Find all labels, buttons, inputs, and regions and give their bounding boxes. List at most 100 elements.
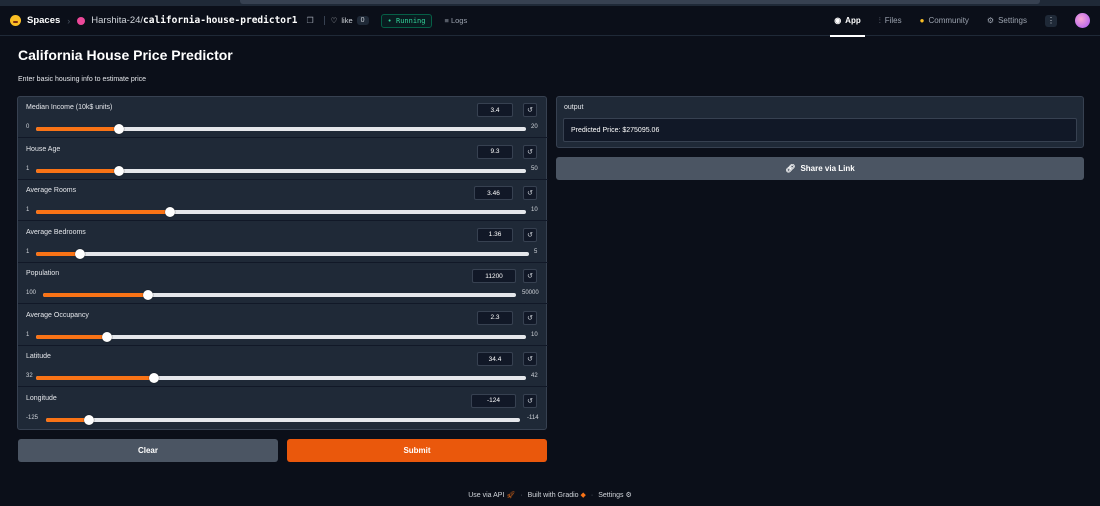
slider-min-label: 100 [26, 290, 37, 296]
slider-number-input[interactable]: 3.4 [477, 103, 513, 117]
slider-thumb[interactable] [75, 248, 86, 259]
slider-thumb[interactable] [84, 414, 95, 425]
slider-number-input[interactable]: 3.46 [474, 186, 513, 200]
more-menu-icon[interactable]: ⋮ [1045, 14, 1057, 27]
slider-thumb[interactable] [101, 331, 112, 342]
inputs-panel: Median Income (10k$ units) 3.4 ↺ 0 20 House A… [17, 96, 548, 430]
user-avatar-icon [77, 16, 86, 25]
slider-max-label: 20 [531, 124, 538, 130]
slider-number-input[interactable]: -124 [471, 393, 516, 408]
slider-min-label: -125 [26, 414, 39, 421]
slider-track[interactable] [36, 373, 526, 383]
community-icon: ● [919, 16, 925, 25]
slider-min-label: 1 [26, 331, 30, 338]
link-icon: 🔗︎ [785, 164, 796, 173]
slider-label: Average Bedrooms [26, 228, 86, 236]
logs-button[interactable]: ≡ Logs [444, 16, 467, 25]
slider-fill [46, 417, 90, 422]
footer-separator: · [590, 491, 594, 499]
slider-max-label: -114 [527, 414, 539, 421]
reset-icon[interactable]: ↺ [523, 269, 537, 283]
hf-navbar: Spaces › Harshita-24/california-house-pr… [0, 6, 1100, 37]
slider-row: Latitude 34.4 ↺ 32 42 [18, 346, 548, 387]
slider-min-label: 1 [26, 207, 30, 213]
heart-icon: ♡ [330, 16, 338, 25]
owner-link[interactable]: Harshita-24/ [91, 15, 143, 26]
slider-thumb[interactable] [114, 165, 125, 176]
share-label: Share via Link [800, 164, 855, 173]
slider-number-input[interactable]: 9.3 [477, 144, 513, 159]
slider-max-label: 50000 [522, 290, 539, 296]
slider-track[interactable] [36, 207, 526, 217]
submit-button[interactable]: Submit [287, 439, 547, 462]
output-panel: output Predicted Price: $275095.06 [556, 96, 1084, 148]
like-button[interactable]: ♡ like 0 [323, 16, 375, 25]
slider-row: Average Rooms 3.46 ↺ 1 10 [18, 180, 548, 221]
slider-max-label: 10 [531, 207, 538, 213]
tab-community[interactable]: ● Community [920, 6, 969, 36]
slider-label: Median Income (10k$ units) [26, 104, 113, 111]
share-button[interactable]: 🔗︎ Share via Link [556, 157, 1084, 180]
slider-min-label: 0 [26, 124, 30, 130]
slider-max-label: 10 [531, 331, 538, 338]
copy-icon[interactable]: ❐ [306, 16, 313, 25]
slider-fill [43, 293, 148, 297]
tab-settings[interactable]: ⚙ Settings [987, 6, 1027, 36]
slider-thumb[interactable] [114, 124, 125, 134]
reset-icon[interactable]: ↺ [523, 227, 537, 242]
slider-fill [36, 334, 107, 339]
slider-track[interactable] [43, 290, 516, 300]
app-icon: ◉ [834, 16, 842, 25]
reset-icon[interactable]: ↺ [523, 310, 537, 325]
reset-icon[interactable]: ↺ [523, 144, 537, 159]
slider-track[interactable] [36, 331, 526, 342]
slider-row: House Age 9.3 ↺ 1 50 [18, 139, 548, 180]
slider-track[interactable] [36, 124, 526, 134]
slider-number-input[interactable]: 11200 [472, 269, 516, 283]
use-via-api-link[interactable]: Use via API 🚀︎ [468, 491, 515, 499]
slider-max-label: 5 [534, 248, 538, 255]
gear-icon: ⚙ [986, 16, 995, 25]
footer: Use via API 🚀︎ · Built with Gradio ◆ · S… [0, 491, 1100, 500]
reset-icon[interactable]: ↺ [523, 393, 537, 408]
output-textbox[interactable]: Predicted Price: $275095.06 [563, 118, 1077, 142]
repo-name[interactable]: california-house-predictor1 [143, 15, 297, 26]
slider-label: House Age [26, 145, 61, 153]
slider-fill [36, 210, 170, 214]
slider-track[interactable] [46, 414, 520, 425]
slider-min-label: 1 [26, 165, 30, 172]
slider-number-input[interactable]: 1.36 [477, 227, 513, 242]
clear-button[interactable]: Clear [18, 439, 278, 462]
tab-app[interactable]: ◉ App [830, 6, 865, 37]
reset-icon[interactable]: ↺ [523, 352, 537, 366]
settings-link[interactable]: Settings ⚙ [598, 491, 632, 499]
slider-row: Median Income (10k$ units) 3.4 ↺ 0 20 [18, 97, 548, 138]
slider-thumb[interactable] [164, 207, 175, 217]
slider-label: Average Occupancy [26, 311, 89, 319]
reset-icon[interactable]: ↺ [523, 103, 537, 117]
slider-track[interactable] [36, 248, 529, 259]
tab-files[interactable]: ⫶ Files [879, 6, 902, 36]
slider-number-input[interactable]: 2.3 [477, 310, 513, 325]
slider-row: Longitude -124 ↺ -125 -114 [18, 388, 548, 429]
slider-max-label: 42 [531, 373, 538, 379]
rocket-icon: 🚀︎ [506, 492, 516, 499]
slider-fill [36, 168, 120, 173]
huggingface-logo-icon[interactable] [10, 15, 21, 26]
breadcrumb-separator: › [67, 15, 71, 26]
slider-thumb[interactable] [143, 290, 153, 300]
slider-thumb[interactable] [148, 373, 159, 383]
slider-row: Population 11200 ↺ 100 50000 [18, 263, 548, 304]
like-count: 0 [356, 16, 369, 25]
spaces-link[interactable]: Spaces [27, 15, 60, 26]
account-avatar[interactable] [1075, 13, 1090, 28]
page-subtitle: Enter basic housing info to estimate pri… [18, 76, 147, 83]
reset-icon[interactable]: ↺ [523, 186, 537, 200]
slider-row: Average Occupancy 2.3 ↺ 1 10 [18, 305, 548, 346]
slider-row: Average Bedrooms 1.36 ↺ 1 5 [18, 222, 548, 263]
built-with-gradio-link[interactable]: Built with Gradio ◆ [528, 491, 586, 499]
slider-label: Longitude [26, 394, 57, 402]
slider-number-input[interactable]: 34.4 [477, 352, 513, 366]
footer-separator: · [520, 491, 523, 499]
slider-track[interactable] [36, 165, 526, 176]
